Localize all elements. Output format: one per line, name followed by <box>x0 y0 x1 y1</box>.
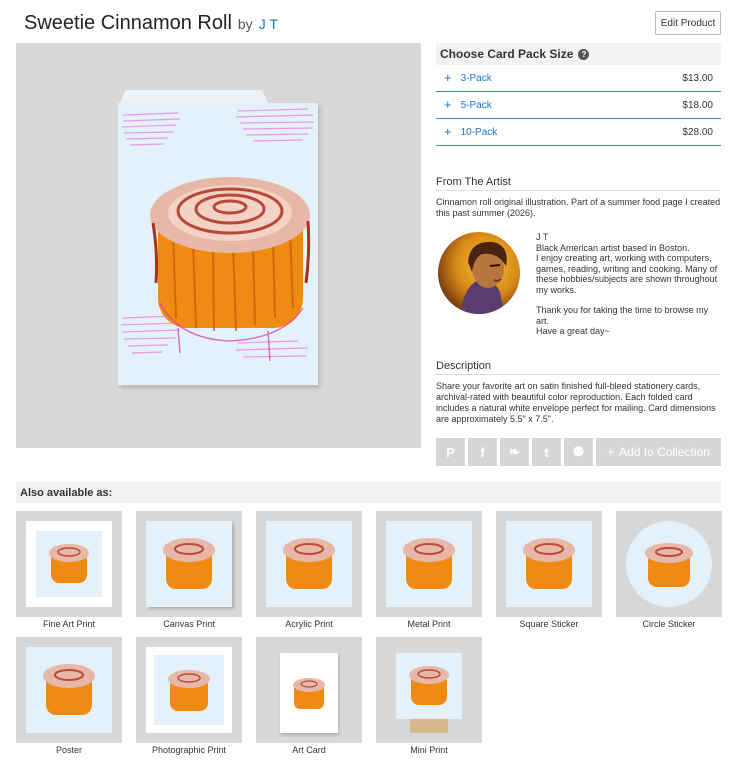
product-thumb-art-card[interactable] <box>256 637 362 743</box>
product-label[interactable]: Circle Sticker <box>616 619 722 629</box>
roll-thumb-icon <box>293 678 325 709</box>
from-artist-section: From The Artist Cinnamon roll original i… <box>436 176 721 219</box>
bio-spacer <box>536 295 721 305</box>
product-label[interactable]: Fine Art Print <box>16 619 122 629</box>
artwork-thumb <box>386 521 472 607</box>
help-icon[interactable]: ? <box>578 48 590 60</box>
card-thumb <box>280 653 338 733</box>
artwork-thumb <box>146 521 232 607</box>
roll-thumb-icon <box>168 670 210 711</box>
pack-option-price: $13.00 <box>682 72 713 84</box>
artist-bio-line: I enjoy creating art, working with compu… <box>536 253 718 295</box>
artwork-thumb <box>396 653 462 719</box>
artist-name: J T <box>536 232 549 242</box>
product-label[interactable]: Metal Print <box>376 619 482 629</box>
roll-thumb-icon <box>163 538 215 589</box>
product-preview <box>16 43 421 448</box>
description-heading: Description <box>436 360 721 375</box>
pack-option-10-left: + 10-Pack <box>444 124 498 139</box>
product-label[interactable]: Acrylic Print <box>256 619 362 629</box>
pack-option-5-left: + 5-Pack <box>444 97 492 112</box>
roll-thumb-icon <box>403 538 455 589</box>
roll-thumb-icon <box>409 666 449 705</box>
pack-option-3[interactable]: + 3-Pack $13.00 <box>436 65 721 92</box>
roll-thumb-icon <box>523 538 575 589</box>
pack-option-5[interactable]: + 5-Pack $18.00 <box>436 92 721 119</box>
page-title: Sweetie Cinnamon Roll <box>24 12 232 34</box>
pack-size-heading: Choose Card Pack Size ? <box>436 43 721 65</box>
artwork-thumb <box>266 521 352 607</box>
title-row: Sweetie Cinnamon Roll by J T <box>24 12 278 35</box>
artwork-thumb <box>36 531 102 597</box>
artist-bio-line: Have a great day~ <box>536 326 610 336</box>
product-thumb-metal[interactable] <box>376 511 482 617</box>
artist-bio-line: Black American artist based in Boston. <box>536 242 690 253</box>
product-label[interactable]: Poster <box>16 745 122 755</box>
share-toolbar: P f ❧ t ⚉ + Add to Collection <box>436 438 721 466</box>
product-thumb-fine-art[interactable] <box>16 511 122 617</box>
facebook-icon[interactable]: f <box>468 438 497 466</box>
pack-size-heading-label: Choose Card Pack Size <box>440 47 574 61</box>
plus-icon: + <box>444 97 452 112</box>
product-thumb-poster[interactable] <box>16 637 122 743</box>
also-available-heading: Also available as: <box>16 482 721 503</box>
pack-option-price: $28.00 <box>682 126 713 138</box>
card-front-artwork <box>118 103 318 385</box>
product-thumb-circle-sticker[interactable] <box>616 511 722 617</box>
pack-size-panel: Choose Card Pack Size ? + 3-Pack $13.00 … <box>436 43 721 146</box>
cinnamon-roll-artwork <box>120 108 315 362</box>
pack-option-3-left: + 3-Pack <box>444 70 492 85</box>
product-label[interactable]: Art Card <box>256 745 362 755</box>
description-text: Share your favorite art on satin finishe… <box>436 381 716 424</box>
edit-product-button[interactable]: Edit Product <box>655 11 721 35</box>
pinterest-icon[interactable]: P <box>436 438 465 466</box>
artwork-thumb <box>506 521 592 607</box>
product-label[interactable]: Mini Print <box>376 745 482 755</box>
tumblr-icon[interactable]: t <box>532 438 561 466</box>
artist-bio-line: Thank you for taking the time to browse … <box>536 305 709 326</box>
artwork-thumb <box>26 647 112 733</box>
artist-portrait <box>460 241 507 314</box>
plus-icon: + <box>444 124 452 139</box>
product-thumb-mini-print[interactable] <box>376 637 482 743</box>
roll-thumb-icon <box>283 538 335 589</box>
pack-option-label: 3-Pack <box>460 72 492 84</box>
description-section: Description Share your favorite art on s… <box>436 360 721 425</box>
avatar[interactable] <box>438 232 520 314</box>
product-label[interactable]: Square Sticker <box>496 619 602 629</box>
by-label: by <box>237 16 253 32</box>
roll-thumb-icon <box>49 544 89 583</box>
add-to-collection-label: Add to Collection <box>619 445 710 459</box>
artist-link[interactable]: J T <box>259 16 278 32</box>
product-thumb-acrylic[interactable] <box>256 511 362 617</box>
product-label[interactable]: Canvas Print <box>136 619 242 629</box>
plus-icon: + <box>607 445 615 459</box>
pack-option-price: $18.00 <box>682 99 713 111</box>
artwork-thumb <box>154 655 224 725</box>
artist-profile: J T Black American artist based in Bosto… <box>436 230 721 340</box>
bluesky-icon[interactable]: ❧ <box>500 438 529 466</box>
artist-bio: J T Black American artist based in Bosto… <box>536 232 721 337</box>
reddit-icon[interactable]: ⚉ <box>564 438 593 466</box>
pack-option-label: 10-Pack <box>460 126 498 138</box>
pack-option-10[interactable]: + 10-Pack $28.00 <box>436 119 721 146</box>
product-label[interactable]: Photographic Print <box>136 745 242 755</box>
product-thumb-canvas[interactable] <box>136 511 242 617</box>
roll-thumb-icon <box>43 664 95 715</box>
product-thumb-square-sticker[interactable] <box>496 511 602 617</box>
artwork-thumb <box>626 521 712 607</box>
product-thumb-photographic[interactable] <box>136 637 242 743</box>
pack-option-label: 5-Pack <box>460 99 492 111</box>
roll-thumb-icon <box>645 543 693 587</box>
add-to-collection-button[interactable]: + Add to Collection <box>596 438 721 466</box>
artwork-note: Cinnamon roll original illustration. Par… <box>436 197 721 218</box>
from-artist-heading: From The Artist <box>436 176 721 191</box>
wood-stand <box>410 719 448 733</box>
plus-icon: + <box>444 70 452 85</box>
